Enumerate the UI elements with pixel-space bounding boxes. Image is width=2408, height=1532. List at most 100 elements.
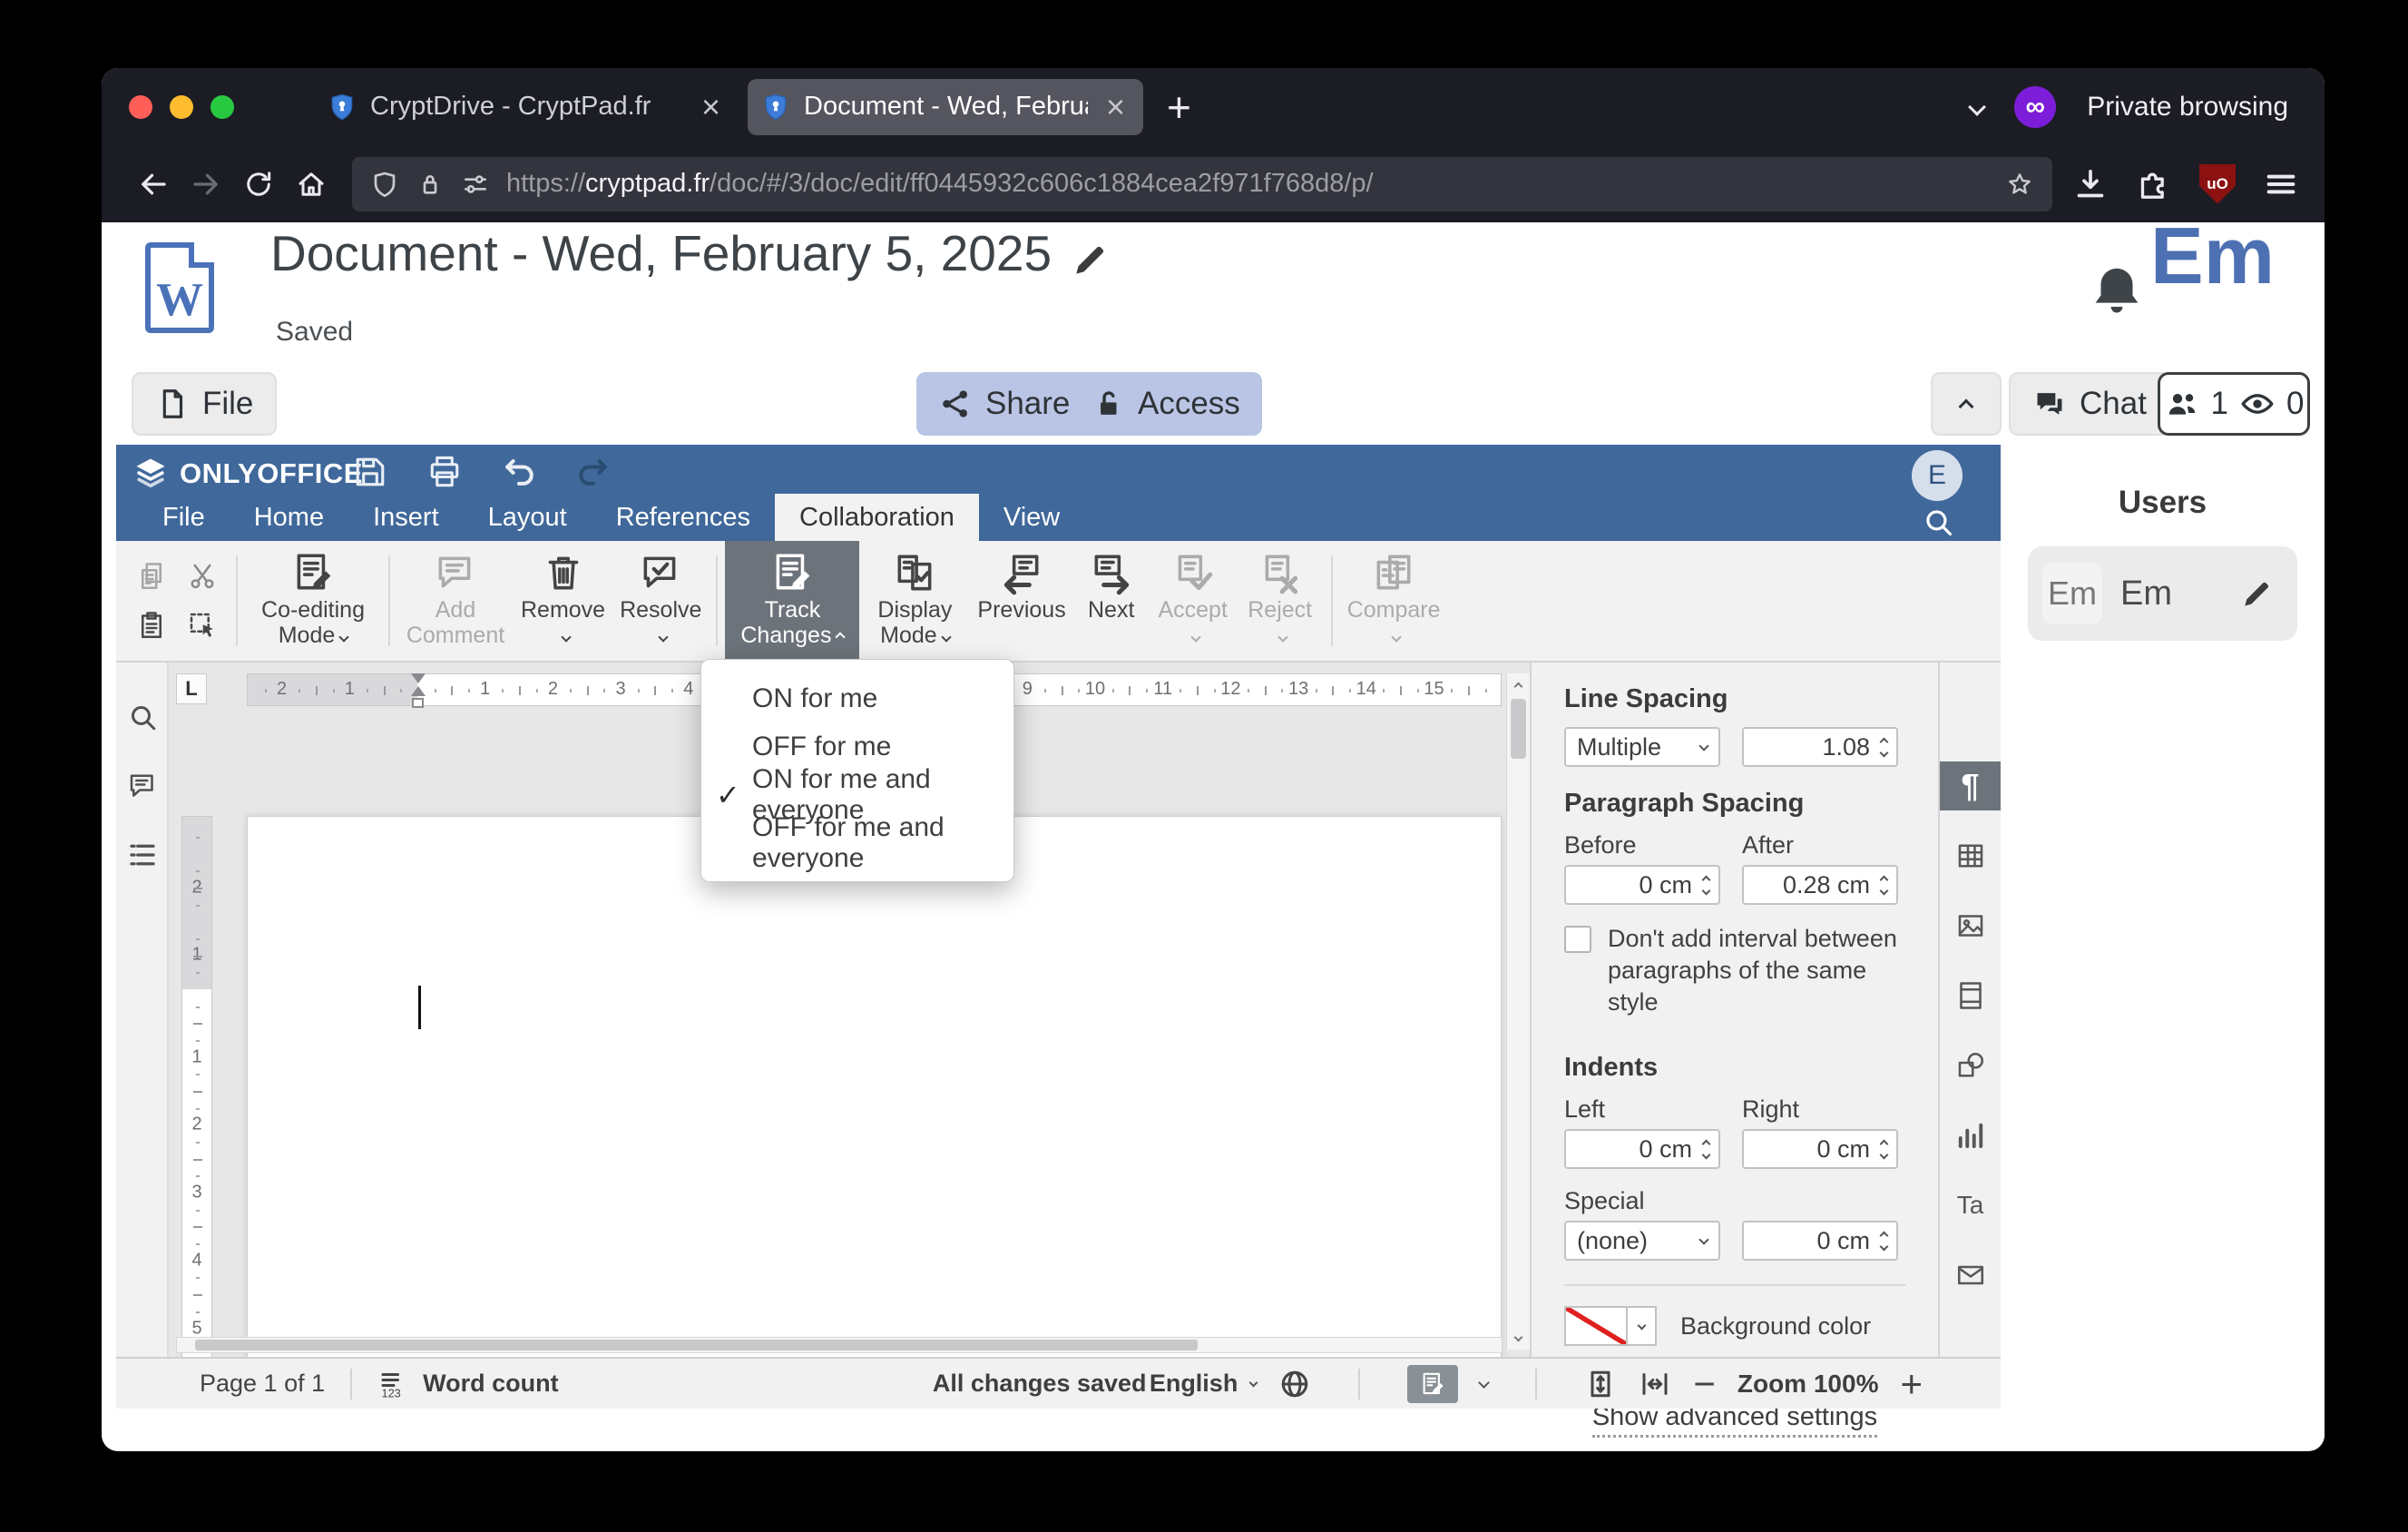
- track-toggle-chevron-icon[interactable]: [1478, 1376, 1491, 1389]
- paragraph-settings-icon[interactable]: ¶: [1940, 761, 2001, 810]
- spellcheck-globe-icon[interactable]: [1278, 1368, 1311, 1400]
- track-changes-toggle[interactable]: [1407, 1364, 1459, 1403]
- editor-tab-collaboration[interactable]: Collaboration: [775, 494, 979, 541]
- tab-close-icon[interactable]: ×: [696, 90, 726, 123]
- spinner-icon[interactable]: [1701, 1139, 1711, 1159]
- account-name[interactable]: Em: [2150, 210, 2275, 302]
- menu-hamburger-icon[interactable]: [2263, 166, 2299, 202]
- select-all-icon[interactable]: [181, 604, 223, 646]
- participants-indicator[interactable]: 1 0: [2158, 372, 2310, 436]
- comments-icon[interactable]: [126, 770, 159, 802]
- file-menu-button[interactable]: File: [132, 372, 278, 436]
- downloads-icon[interactable]: [2072, 166, 2109, 202]
- track-changes-option[interactable]: OFF for me and everyone: [701, 812, 1013, 873]
- headerfooter-settings-icon[interactable]: [1940, 971, 2001, 1020]
- editor-tab-references[interactable]: References: [592, 494, 775, 541]
- spinner-icon[interactable]: [1879, 1139, 1889, 1159]
- background-color-swatch[interactable]: [1564, 1306, 1628, 1346]
- ribbon-display-mode-button[interactable]: Display Mode: [859, 541, 970, 661]
- ublock-icon[interactable]: uO: [2199, 163, 2236, 204]
- background-color-dropdown[interactable]: [1628, 1306, 1657, 1346]
- line-spacing-value[interactable]: 1.08: [1742, 727, 1898, 767]
- spinner-icon[interactable]: [1879, 875, 1889, 895]
- editor-tab-layout[interactable]: Layout: [464, 494, 592, 541]
- ribbon-previous-button[interactable]: Previous: [970, 541, 1072, 661]
- rename-pencil-icon[interactable]: [1070, 233, 1110, 274]
- url-bar[interactable]: https://cryptpad.fr/doc/#/3/doc/edit/ff0…: [352, 156, 2052, 211]
- horizontal-scrollbar[interactable]: [176, 1337, 1503, 1353]
- table-settings-icon[interactable]: [1940, 831, 2001, 880]
- interval-checkbox[interactable]: [1564, 926, 1591, 953]
- spacing-after-input[interactable]: 0.28 cm: [1742, 865, 1898, 905]
- zoom-in-button[interactable]: +: [1900, 1364, 1923, 1403]
- indent-left-input[interactable]: 0 cm: [1564, 1129, 1720, 1169]
- spinner-icon[interactable]: [1701, 875, 1711, 895]
- minimize-window-button[interactable]: [170, 94, 193, 119]
- vertical-scrollbar-thumb[interactable]: [1511, 699, 1526, 759]
- permissions-icon[interactable]: [461, 170, 490, 199]
- tab-document[interactable]: Document - Wed, February 5, 2025 ×: [748, 78, 1143, 135]
- cut-icon[interactable]: [181, 555, 223, 597]
- vertical-ruler[interactable]: 21123456: [181, 816, 212, 1357]
- special-value-input[interactable]: 0 cm: [1742, 1221, 1898, 1261]
- ribbon-co-editing-mode-button[interactable]: Co-editing Mode: [245, 541, 381, 661]
- editor-tab-insert[interactable]: Insert: [348, 494, 464, 541]
- bookmark-star-icon[interactable]: [2005, 170, 2034, 199]
- forward-button[interactable]: [180, 158, 232, 211]
- editor-tab-view[interactable]: View: [979, 494, 1084, 541]
- chat-button[interactable]: Chat: [2009, 372, 2170, 436]
- fit-page-icon[interactable]: [1584, 1368, 1617, 1400]
- page-indicator[interactable]: Page 1 of 1: [200, 1370, 325, 1398]
- ribbon-track-changes-button[interactable]: Track Changes: [725, 541, 860, 661]
- shape-settings-icon[interactable]: [1940, 1041, 2001, 1090]
- editor-search-icon[interactable]: [1921, 505, 1955, 539]
- ribbon-resolve-button[interactable]: Resolve: [612, 541, 709, 661]
- collapse-toolbar-button[interactable]: [1931, 372, 2002, 436]
- access-button[interactable]: Access: [1069, 372, 1262, 436]
- document-page[interactable]: [247, 816, 1502, 1357]
- image-settings-icon[interactable]: [1940, 901, 2001, 950]
- textart-settings-icon[interactable]: Ta: [1940, 1181, 2001, 1230]
- redo-icon[interactable]: [573, 452, 613, 492]
- editor-tab-file[interactable]: File: [138, 494, 230, 541]
- search-icon[interactable]: [126, 701, 159, 733]
- ribbon-next-button[interactable]: Next: [1073, 541, 1150, 661]
- left-indent-marker[interactable]: [412, 698, 424, 708]
- notifications-bell-icon[interactable]: [2085, 260, 2149, 324]
- editor-avatar[interactable]: E: [1912, 450, 1963, 501]
- tab-stop-selector[interactable]: L: [176, 673, 207, 704]
- tab-close-icon[interactable]: ×: [1101, 90, 1131, 123]
- paste-icon[interactable]: [131, 604, 172, 646]
- indent-right-input[interactable]: 0 cm: [1742, 1129, 1898, 1169]
- fit-width-icon[interactable]: [1639, 1368, 1671, 1400]
- new-tab-button[interactable]: +: [1167, 83, 1191, 132]
- mailmerge-settings-icon[interactable]: [1940, 1251, 2001, 1300]
- word-count-button[interactable]: Word count: [423, 1370, 558, 1398]
- first-line-indent-marker[interactable]: [411, 673, 426, 683]
- save-icon[interactable]: [350, 452, 390, 492]
- spacing-before-input[interactable]: 0 cm: [1564, 865, 1720, 905]
- print-icon[interactable]: [425, 452, 465, 492]
- language-selector[interactable]: English: [1150, 1370, 1258, 1398]
- edit-name-pencil-icon[interactable]: [2239, 576, 2274, 611]
- line-spacing-select[interactable]: Multiple: [1564, 727, 1720, 767]
- reload-button[interactable]: [232, 158, 285, 211]
- navigation-icon[interactable]: [126, 839, 159, 871]
- horizontal-scrollbar-thumb[interactable]: [195, 1340, 1198, 1350]
- zoom-out-button[interactable]: −: [1693, 1364, 1716, 1403]
- editor-tab-home[interactable]: Home: [230, 494, 348, 541]
- special-select[interactable]: (none): [1564, 1221, 1720, 1261]
- vertical-scrollbar[interactable]: [1506, 673, 1530, 1350]
- back-button[interactable]: [127, 158, 180, 211]
- close-window-button[interactable]: [129, 94, 152, 119]
- share-button[interactable]: Share: [916, 372, 1092, 436]
- fullscreen-window-button[interactable]: [210, 94, 234, 119]
- https-lock-icon[interactable]: [416, 170, 445, 199]
- extensions-icon[interactable]: [2136, 166, 2172, 202]
- track-changes-option[interactable]: ON for me: [701, 674, 1013, 722]
- spinner-icon[interactable]: [1879, 737, 1889, 757]
- undo-icon[interactable]: [499, 452, 539, 492]
- ribbon-remove-button[interactable]: Remove: [514, 541, 612, 661]
- chart-settings-icon[interactable]: [1940, 1111, 2001, 1160]
- tabs-list-chevron-icon[interactable]: [1968, 97, 1987, 116]
